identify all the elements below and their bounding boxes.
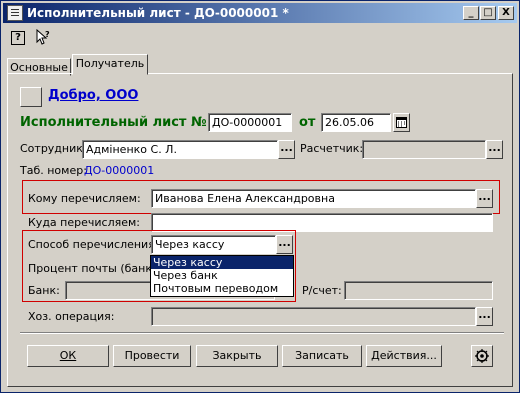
post-button[interactable]: Провести	[113, 345, 191, 367]
date-label: от	[299, 115, 316, 130]
doc-number-field[interactable]: ДО-0000001	[208, 113, 292, 132]
gear-icon	[475, 349, 489, 363]
method-field[interactable]: Через кассу	[151, 235, 276, 254]
method-dropdown-button[interactable]: ...	[276, 235, 293, 254]
recipient-label: Кому перечисляем:	[28, 192, 141, 205]
org-select-button[interactable]	[20, 87, 42, 107]
document-icon	[7, 5, 23, 21]
account-label: Р/счет:	[302, 284, 342, 297]
employee-field[interactable]: Адміненко С. Л.	[82, 140, 278, 159]
close-button[interactable]: X	[498, 6, 514, 20]
operation-field[interactable]	[151, 307, 476, 326]
destination-label: Куда перечисляем:	[28, 216, 140, 229]
close-doc-button[interactable]: Закрыть	[196, 345, 278, 367]
accountant-select-button[interactable]: ...	[486, 140, 503, 159]
employee-label: Сотрудник:	[20, 142, 87, 155]
recipient-field[interactable]: Иванова Елена Александровна	[151, 189, 476, 208]
save-button[interactable]: Записать	[282, 345, 362, 367]
calendar-icon	[396, 117, 407, 128]
toolbar: ? ?	[3, 25, 517, 49]
ok-button[interactable]: ОК	[27, 345, 109, 367]
employee-select-button[interactable]: ...	[278, 140, 295, 159]
recipient-select-button[interactable]: ...	[476, 189, 493, 208]
tab-recipient[interactable]: Получатель	[72, 54, 148, 75]
dropdown-option-cash[interactable]: Через кассу	[151, 256, 293, 269]
actions-button[interactable]: Действия...	[366, 345, 442, 367]
svg-text:?: ?	[45, 30, 50, 39]
context-help-icon[interactable]: ?	[35, 28, 51, 45]
minimize-button[interactable]: _	[463, 6, 479, 20]
method-label: Способ перечисления:	[28, 238, 159, 251]
accountant-label: Расчетчик:	[300, 142, 364, 155]
dropdown-option-bank[interactable]: Через банк	[151, 269, 293, 282]
method-dropdown-list[interactable]: Через кассу Через банк Почтовым переводо…	[150, 255, 294, 297]
doc-title-label: Исполнительный лист №	[20, 115, 207, 130]
org-link[interactable]: Добро, ООО	[48, 88, 138, 103]
date-field[interactable]: 26.05.06	[321, 113, 391, 132]
title-bar[interactable]: Исполнительный лист - ДО-0000001 * _ □ X	[3, 3, 517, 23]
postal-percent-label: Процент почты (банка):	[28, 262, 167, 275]
document-window: Исполнительный лист - ДО-0000001 * _ □ X…	[0, 0, 520, 393]
operation-select-button[interactable]: ...	[476, 307, 493, 326]
account-field[interactable]	[344, 281, 493, 300]
tab-number-label: Таб. номер:	[20, 164, 87, 177]
separator	[20, 332, 504, 334]
window-title: Исполнительный лист - ДО-0000001 *	[27, 6, 289, 20]
settings-button[interactable]	[471, 345, 493, 367]
dropdown-option-postal[interactable]: Почтовым переводом	[151, 282, 293, 295]
tab-number-value: ДО-0000001	[84, 164, 155, 177]
calendar-button[interactable]	[393, 113, 410, 132]
tab-panel: Добро, ООО Исполнительный лист № ДО-0000…	[7, 73, 513, 387]
operation-label: Хоз. операция:	[28, 310, 115, 323]
help-icon[interactable]: ?	[11, 31, 25, 45]
accountant-field[interactable]	[362, 140, 486, 159]
maximize-button[interactable]: □	[480, 6, 496, 20]
bank-label: Банк:	[28, 284, 60, 297]
